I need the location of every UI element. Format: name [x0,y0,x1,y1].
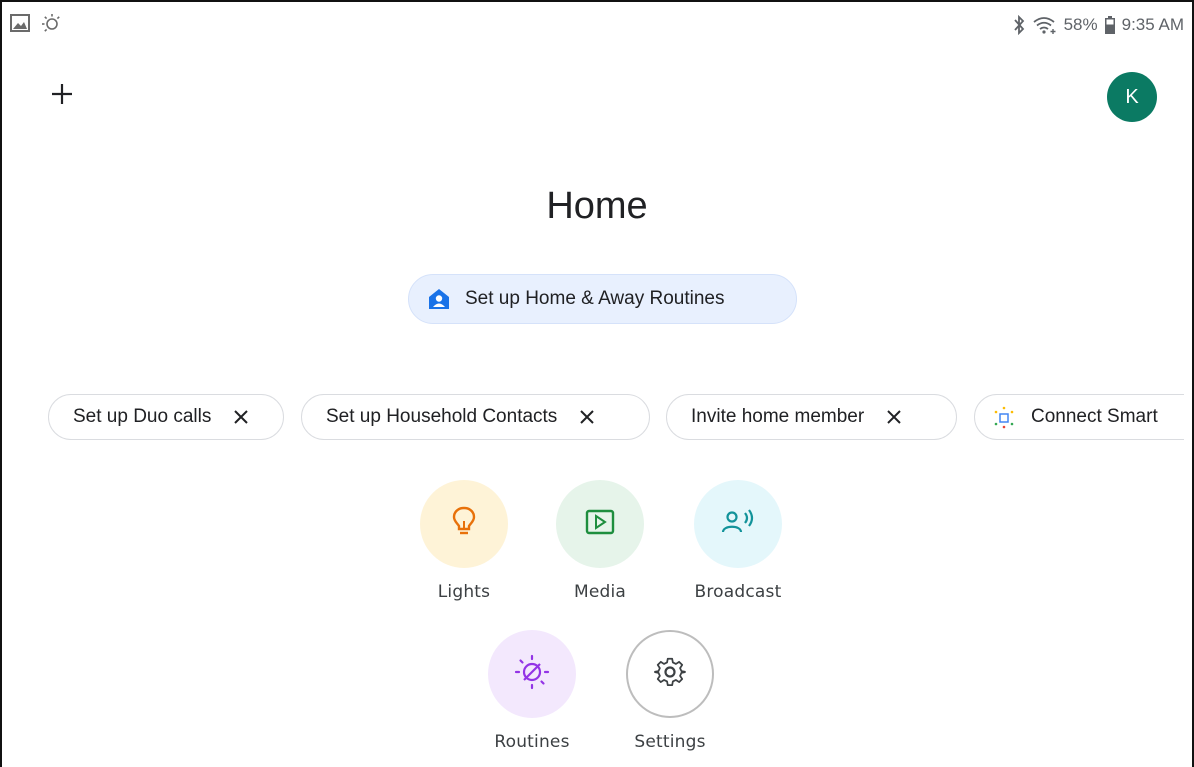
gear-icon [653,655,687,694]
settings-circle [626,630,714,718]
smart-device-icon [991,404,1017,430]
setup-home-away-button[interactable]: Set up Home & Away Routines [408,274,797,324]
chip-connect-smart[interactable]: Connect Smart [974,394,1184,440]
settings-label: Settings [634,732,706,752]
brightness-auto-icon [40,12,62,39]
chip-label: Set up Duo calls [73,406,212,427]
lightbulb-icon [450,505,478,544]
gallery-icon [10,13,30,37]
settings-action[interactable]: Settings [620,630,720,752]
chip-duo-calls[interactable]: Set up Duo calls [48,394,284,440]
screen-frame [0,0,1194,767]
avatar-letter: K [1125,85,1139,108]
wifi-icon [1032,15,1058,35]
home-person-icon [427,287,451,311]
chip-household-contacts[interactable]: Set up Household Contacts [301,394,650,440]
page-title: Home [546,185,648,227]
lights-label: Lights [437,582,491,602]
broadcast-label: Broadcast [694,582,782,602]
routines-circle [488,630,576,718]
routines-label: Routines [494,732,570,752]
plus-icon [51,83,73,110]
add-button[interactable] [46,80,78,112]
media-action[interactable]: Media [550,480,650,602]
status-bar: 58% 9:35 AM [10,12,1184,39]
lights-circle [420,480,508,568]
status-left [10,12,62,39]
bluetooth-icon [1012,15,1026,35]
close-icon[interactable] [231,407,251,427]
account-avatar[interactable]: K [1107,72,1157,122]
media-circle [556,480,644,568]
chip-label: Connect Smart [1031,406,1158,427]
clock: 9:35 AM [1121,15,1184,34]
chip-label: Set up Household Contacts [326,406,558,427]
suggestion-chips: Set up Duo calls Set up Household Contac… [48,394,1184,442]
lights-action[interactable]: Lights [414,480,514,602]
chip-invite-home-member[interactable]: Invite home member [666,394,957,440]
chip-label: Invite home member [691,406,865,427]
close-icon[interactable] [577,407,597,427]
play-icon [585,509,615,540]
battery-text: 58% [1063,15,1098,34]
battery-icon [1104,15,1116,35]
media-label: Media [573,582,627,602]
broadcast-circle [694,480,782,568]
routines-action[interactable]: Routines [482,630,582,752]
broadcast-icon [721,508,755,541]
status-right: 58% 9:35 AM [1012,15,1184,35]
routines-icon [514,654,550,695]
setup-home-away-label: Set up Home & Away Routines [465,288,725,309]
broadcast-action[interactable]: Broadcast [688,480,788,602]
close-icon[interactable] [884,407,904,427]
